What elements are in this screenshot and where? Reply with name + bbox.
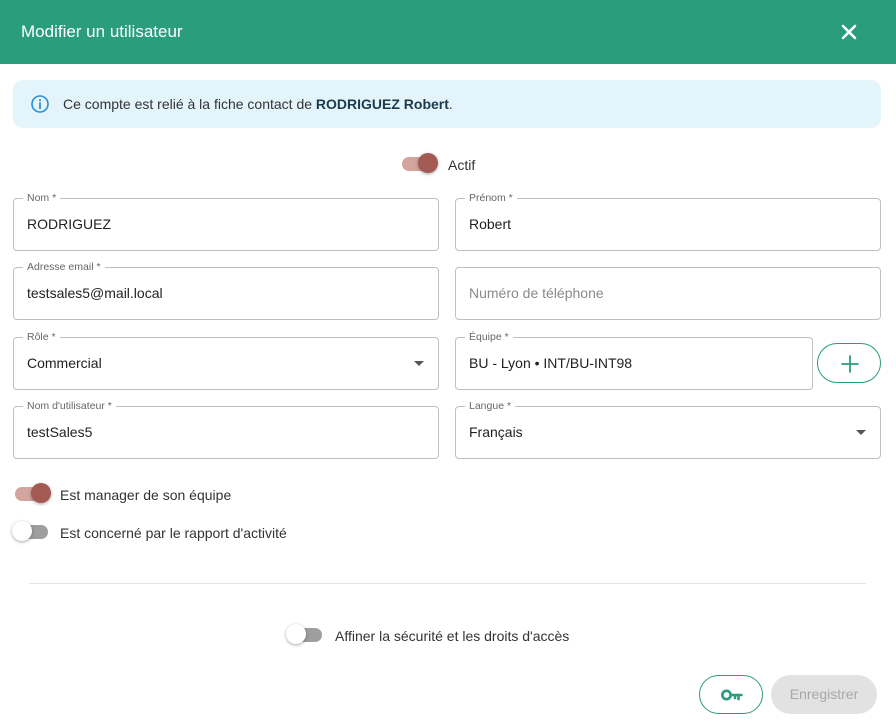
nom-value: RODRIGUEZ: [27, 216, 111, 232]
contact-name: RODRIGUEZ Robert: [315, 96, 449, 112]
info-banner: Ce compte est relié à la fiche contact d…: [13, 80, 881, 128]
username-value: testSales5: [27, 424, 93, 440]
info-circle-icon: [31, 95, 49, 113]
active-toggle-label: Actif: [448, 157, 476, 173]
info-text-suffix: .: [448, 96, 453, 112]
nom-field[interactable]: Nom * RODRIGUEZ: [13, 191, 439, 251]
divider: [29, 583, 866, 584]
role-value: Commercial: [27, 355, 102, 371]
langue-select[interactable]: Langue * Français: [455, 399, 881, 459]
username-field[interactable]: Nom d'utilisateur * testSales5: [13, 399, 439, 459]
email-label: Adresse email *: [23, 260, 105, 274]
close-button[interactable]: [834, 17, 864, 47]
save-button[interactable]: Enregistrer: [771, 675, 877, 714]
close-icon: [841, 24, 857, 40]
dialog-title: Modifier un utilisateur: [21, 22, 183, 41]
role-select[interactable]: Rôle * Commercial: [13, 330, 439, 390]
chevron-down-icon: [856, 430, 866, 435]
info-text-prefix: Ce compte est relié à la fiche contact d…: [63, 96, 316, 112]
email-value: testsales5@mail.local: [27, 285, 163, 301]
telephone-field[interactable]: Numéro de téléphone: [455, 267, 881, 320]
equipe-value: BU - Lyon • INT/BU-INT98: [469, 355, 633, 371]
active-toggle[interactable]: [402, 153, 438, 175]
manager-toggle-label: Est manager de son équipe: [60, 487, 232, 503]
prenom-field[interactable]: Prénom * Robert: [455, 191, 881, 251]
add-team-button[interactable]: [817, 343, 881, 383]
email-field[interactable]: Adresse email * testsales5@mail.local: [13, 260, 439, 320]
rapport-toggle[interactable]: [12, 521, 50, 543]
prenom-value: Robert: [469, 216, 512, 232]
langue-label: Langue *: [465, 399, 516, 413]
access-key-button[interactable]: [699, 675, 763, 714]
equipe-label: Équipe *: [465, 330, 513, 344]
nom-label: Nom *: [23, 191, 61, 205]
langue-value: Français: [469, 424, 523, 440]
prenom-label: Prénom *: [465, 191, 517, 205]
equipe-field[interactable]: Équipe * BU - Lyon • INT/BU-INT98: [455, 330, 813, 390]
toggle-thumb: [31, 483, 51, 503]
info-text: Ce compte est relié à la fiche contact d…: [63, 96, 453, 112]
key-icon: [721, 689, 743, 701]
toggle-thumb: [12, 521, 32, 541]
dialog-header: Modifier un utilisateur: [0, 0, 896, 64]
username-label: Nom d'utilisateur *: [23, 399, 116, 413]
securite-toggle[interactable]: [286, 624, 324, 646]
telephone-placeholder: Numéro de téléphone: [469, 285, 604, 301]
manager-toggle[interactable]: [15, 483, 51, 505]
role-label: Rôle *: [23, 330, 60, 344]
toggle-thumb: [286, 624, 306, 644]
save-button-label: Enregistrer: [789, 686, 859, 702]
plus-icon: [841, 355, 859, 373]
rapport-toggle-label: Est concerné par le rapport d'activité: [60, 525, 287, 541]
securite-toggle-label: Affiner la sécurité et les droits d'accè…: [335, 628, 570, 644]
toggle-thumb: [418, 153, 438, 173]
chevron-down-icon: [414, 361, 424, 366]
